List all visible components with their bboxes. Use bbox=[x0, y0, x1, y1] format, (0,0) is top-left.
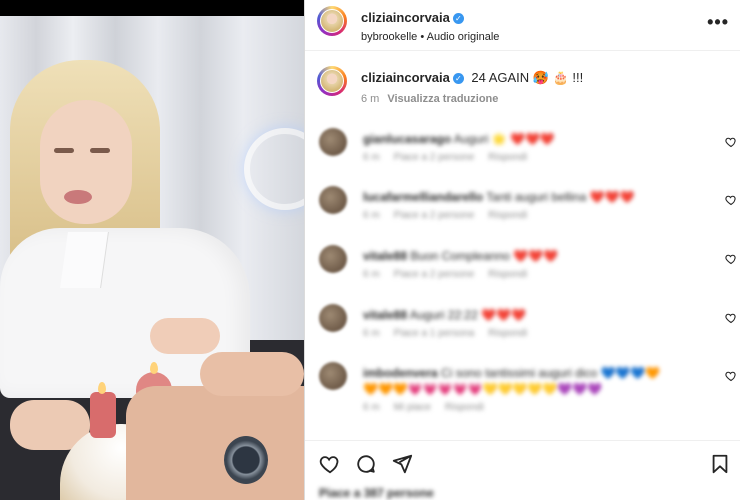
man-arm bbox=[126, 386, 304, 500]
caption-avatar[interactable] bbox=[317, 66, 347, 96]
verified-badge-icon: ✓ bbox=[452, 13, 464, 24]
comment-likes[interactable]: Piace a 2 persone bbox=[394, 269, 475, 280]
post-header: cliziaincorvaia ✓ bybrookelle • Audio ori… bbox=[305, 0, 740, 51]
comment-username[interactable]: vitale88 bbox=[363, 249, 407, 263]
comment-body: gianlucasarago Auguri 🌟 ❤️❤️❤️ 6 m Piace … bbox=[363, 132, 693, 163]
more-options-icon[interactable]: ••• bbox=[707, 12, 729, 33]
candle-flame bbox=[98, 382, 106, 394]
comment-likes[interactable]: Piace a 2 persone bbox=[394, 152, 475, 163]
caption-meta: 6 m Visualizza traduzione bbox=[361, 93, 498, 105]
comment-likes[interactable]: Piace a 2 persone bbox=[394, 210, 475, 221]
commenter-avatar[interactable] bbox=[319, 186, 347, 214]
comment-username[interactable]: gianlucasarago bbox=[363, 132, 451, 146]
reply-button[interactable]: Rispondi bbox=[488, 210, 527, 221]
right-eye bbox=[90, 148, 110, 153]
comment-time[interactable]: 6 m bbox=[363, 210, 380, 221]
commenter-avatar[interactable] bbox=[319, 304, 347, 332]
man-hand bbox=[200, 352, 304, 396]
comment-like-heart-icon[interactable] bbox=[725, 253, 737, 265]
likes-count[interactable]: Piace a 387 persone bbox=[319, 486, 434, 500]
send-icon[interactable] bbox=[391, 453, 413, 475]
verified-badge-icon: ✓ bbox=[452, 73, 464, 84]
bookmark-icon[interactable] bbox=[709, 453, 731, 475]
comment-like-heart-icon[interactable] bbox=[725, 194, 737, 206]
comment-like-heart-icon[interactable] bbox=[725, 370, 737, 382]
post-action-bar bbox=[305, 440, 740, 481]
woman-hand bbox=[150, 318, 220, 354]
woman-face bbox=[40, 100, 132, 224]
comment-text: Auguri 22:22 ❤️❤️❤️ bbox=[409, 308, 526, 322]
author-info: cliziaincorvaia ✓ bybrookelle • Audio ori… bbox=[361, 9, 499, 43]
candle-flame bbox=[150, 362, 158, 374]
comment-time[interactable]: 6 m bbox=[363, 269, 380, 280]
comment-like-heart-icon[interactable] bbox=[725, 312, 737, 324]
comment-like-heart-icon[interactable] bbox=[725, 136, 737, 148]
comment-item: vitale88 Buon Compleanno ❤️❤️❤️ 6 m Piace… bbox=[317, 243, 737, 293]
caption-line: cliziaincorvaia ✓ 24 AGAIN 🥵 🎂 !!! bbox=[361, 69, 583, 87]
author-username[interactable]: cliziaincorvaia bbox=[361, 10, 450, 25]
comment-text-continued: 🧡🧡🧡💗💗💗💗💗💛💛💛💛💛💜💜💜 bbox=[363, 382, 603, 396]
post-side-panel: cliziaincorvaia ✓ bybrookelle • Audio ori… bbox=[304, 0, 740, 500]
commenter-avatar[interactable] bbox=[319, 245, 347, 273]
translate-link[interactable]: Visualizza traduzione bbox=[387, 93, 498, 105]
commenter-avatar[interactable] bbox=[319, 128, 347, 156]
comment-time[interactable]: 6 m bbox=[363, 328, 380, 339]
comment-item: vitale88 Auguri 22:22 ❤️❤️❤️ 6 m Piace a … bbox=[317, 302, 737, 352]
author-avatar[interactable] bbox=[317, 6, 347, 36]
reply-button[interactable]: Rispondi bbox=[488, 152, 527, 163]
wristwatch bbox=[224, 436, 268, 484]
comment-item: gianlucasarago Auguri 🌟 ❤️❤️❤️ 6 m Piace … bbox=[317, 126, 737, 176]
comment-body: vitale88 Buon Compleanno ❤️❤️❤️ 6 m Piace… bbox=[363, 249, 693, 280]
comment-icon[interactable] bbox=[355, 453, 377, 475]
comment-text: Buon Compleanno ❤️❤️❤️ bbox=[410, 249, 558, 263]
shirt-collar bbox=[60, 232, 109, 288]
candle-number-2 bbox=[90, 392, 116, 438]
comment-username[interactable]: imbodenvera bbox=[363, 366, 438, 380]
reply-button[interactable]: Rispondi bbox=[488, 269, 527, 280]
comment-text: Tanti auguri bellina ❤️❤️❤️ bbox=[486, 190, 635, 204]
comment-text: Auguri 🌟 ❤️❤️❤️ bbox=[453, 132, 555, 146]
comment-time[interactable]: 6 m bbox=[363, 402, 380, 413]
comment-item: imbodenvera Ci sono tantissimi auguri di… bbox=[317, 360, 737, 420]
media-top-bar bbox=[0, 0, 304, 16]
reply-button[interactable]: Rispondi bbox=[445, 402, 484, 413]
heart-icon[interactable] bbox=[319, 453, 341, 475]
audio-subtitle[interactable]: bybrookelle • Audio originale bbox=[361, 31, 499, 43]
comment-item: lucafarmelliandarello Tanti auguri belli… bbox=[317, 184, 737, 234]
comment-time[interactable]: 6 m bbox=[363, 152, 380, 163]
comment-body: lucafarmelliandarello Tanti auguri belli… bbox=[363, 190, 693, 221]
reply-button[interactable]: Rispondi bbox=[488, 328, 527, 339]
comment-text: Ci sono tantissimi auguri dico 💙💙💙🧡 bbox=[441, 366, 661, 380]
comment-likes[interactable]: Piace a 1 persona bbox=[394, 328, 475, 339]
caption-text: 24 AGAIN 🥵 🎂 !!! bbox=[471, 70, 584, 85]
instagram-post-modal: cliziaincorvaia ✓ bybrookelle • Audio ori… bbox=[0, 0, 740, 500]
caption-username[interactable]: cliziaincorvaia bbox=[361, 70, 450, 85]
comment-username[interactable]: lucafarmelliandarello bbox=[363, 190, 483, 204]
pouting-lips bbox=[64, 190, 92, 204]
commenter-avatar[interactable] bbox=[319, 362, 347, 390]
caption-time[interactable]: 6 m bbox=[361, 93, 379, 105]
comment-likes[interactable]: Mi piace bbox=[394, 402, 431, 413]
comment-body: imbodenvera Ci sono tantissimi auguri di… bbox=[363, 366, 693, 413]
comment-body: vitale88 Auguri 22:22 ❤️❤️❤️ 6 m Piace a … bbox=[363, 308, 693, 339]
left-eye bbox=[54, 148, 74, 153]
post-media-photo[interactable] bbox=[0, 0, 304, 500]
comment-username[interactable]: vitale88 bbox=[363, 308, 407, 322]
